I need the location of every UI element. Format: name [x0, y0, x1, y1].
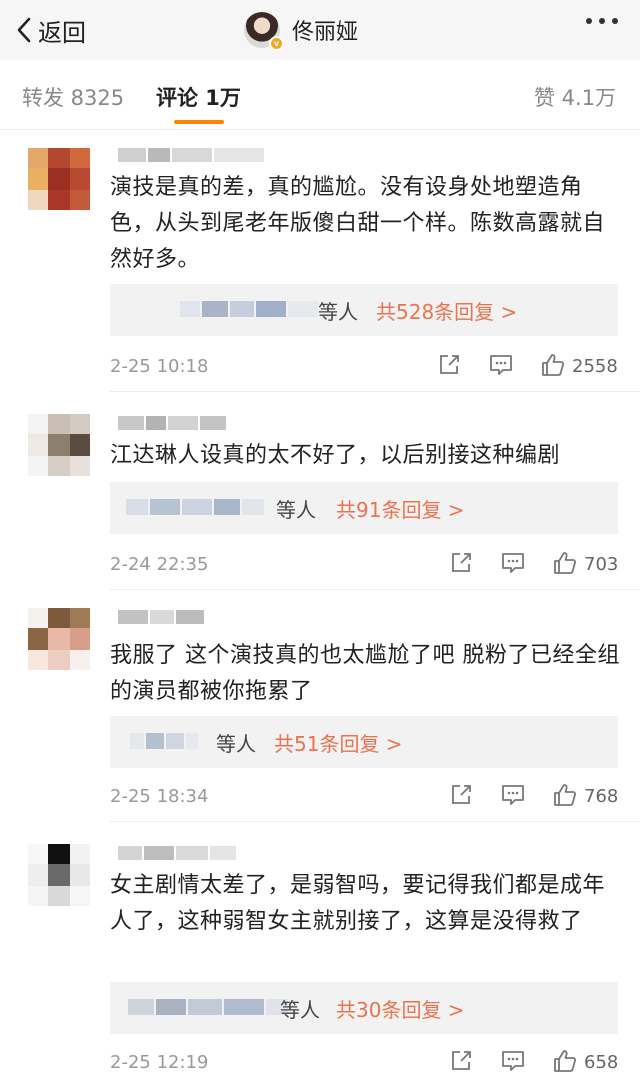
avatar[interactable]	[28, 844, 90, 906]
profile-header[interactable]: v 佟丽娅	[244, 10, 359, 51]
divider	[110, 589, 640, 590]
thumb-up-icon[interactable]	[552, 1048, 578, 1073]
reply-count-link[interactable]: 共528条回复 >	[376, 296, 517, 325]
avatar[interactable]: v	[244, 12, 284, 51]
tab-bar: 转发 8325 评论 1万 赞 4.1万	[0, 60, 640, 130]
more-dots-icon[interactable]	[586, 18, 618, 24]
reply-users-label: 等人	[276, 498, 316, 522]
back-label: 返回	[38, 18, 86, 47]
comment-footer: 2-25 10:18 2558	[110, 352, 620, 382]
share-icon[interactable]	[448, 782, 474, 808]
avatar[interactable]	[28, 148, 90, 210]
share-icon[interactable]	[448, 550, 474, 576]
tab-repost[interactable]: 转发 8325	[22, 82, 124, 112]
reply-count-link[interactable]: 共91条回复 >	[336, 494, 465, 523]
timestamp: 2-25 10:18	[110, 356, 209, 377]
like-count: 768	[584, 786, 619, 807]
like-count: 658	[584, 1052, 619, 1073]
divider	[110, 391, 640, 392]
share-icon[interactable]	[448, 1048, 474, 1073]
comment-footer: 2-25 18:34 768	[110, 782, 620, 812]
back-button[interactable]: 返回	[14, 10, 86, 50]
active-tab-indicator	[174, 120, 224, 124]
timestamp: 2-25 18:34	[110, 786, 209, 807]
chevron-left-icon	[17, 17, 31, 43]
top-nav-bar: 返回 v 佟丽娅	[0, 0, 640, 60]
reply-users-label: 等人	[216, 732, 256, 756]
reply-preview[interactable]: 等人 共30条回复 >	[110, 982, 618, 1034]
thumb-up-icon[interactable]	[552, 550, 578, 576]
comment-text: 我服了 这个演技真的也太尴尬了吧 脱粉了已经全组的演员都被你拖累了	[110, 643, 620, 704]
thumb-up-icon[interactable]	[540, 352, 566, 378]
avatar[interactable]	[28, 608, 90, 670]
reply-users-label: 等人	[318, 300, 358, 324]
comment-text: 演技是真的差，真的尴尬。没有设身处地塑造角色，从头到尾老年版傻白甜一个样。陈数高…	[110, 175, 606, 272]
divider	[110, 821, 640, 822]
timestamp: 2-24 22:35	[110, 554, 209, 575]
reply-count-link[interactable]: 共51条回复 >	[274, 728, 403, 757]
reply-preview[interactable]: 等人 共528条回复 >	[110, 284, 618, 336]
like-count: 703	[584, 554, 619, 575]
tab-comments[interactable]: 评论 1万	[156, 82, 241, 112]
comment-icon[interactable]	[488, 352, 514, 378]
comment-icon[interactable]	[500, 550, 526, 576]
comment-footer: 2-25 12:19 658	[110, 1048, 620, 1073]
comment-text: 江达琳人设真的太不好了，以后别接这种编剧	[110, 443, 561, 468]
verified-badge-icon: v	[269, 36, 284, 51]
comment-icon[interactable]	[500, 1048, 526, 1073]
like-count: 2558	[572, 356, 618, 377]
reply-count-link[interactable]: 共30条回复 >	[336, 994, 465, 1023]
comment-icon[interactable]	[500, 782, 526, 808]
comment-text: 女主剧情太差了，是弱智吗，要记得我们都是成年人了，这种弱智女主就别接了，这算是没…	[110, 873, 606, 934]
timestamp: 2-25 12:19	[110, 1052, 209, 1073]
reply-users-label: 等人	[280, 998, 320, 1022]
tab-likes[interactable]: 赞 4.1万	[534, 82, 616, 112]
reply-preview[interactable]: 等人 共51条回复 >	[110, 716, 618, 768]
avatar[interactable]	[28, 414, 90, 476]
share-icon[interactable]	[436, 352, 462, 378]
thumb-up-icon[interactable]	[552, 782, 578, 808]
page-title: 佟丽娅	[292, 20, 359, 45]
comment-footer: 2-24 22:35 703	[110, 550, 620, 580]
reply-preview[interactable]: 等人 共91条回复 >	[110, 482, 618, 534]
